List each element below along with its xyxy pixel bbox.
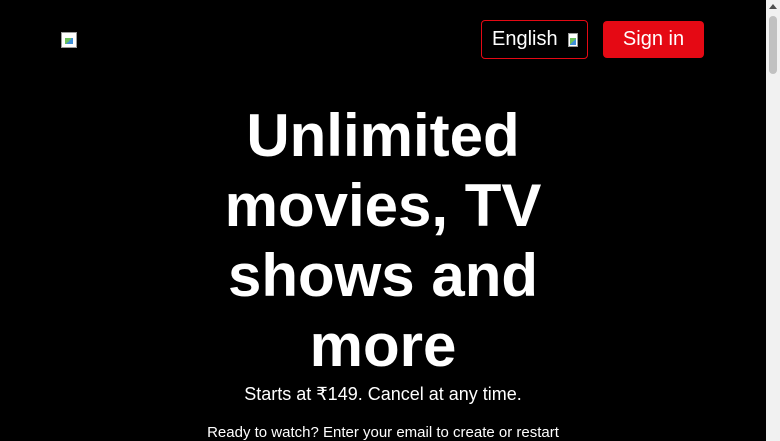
scrollbar-thumb[interactable] bbox=[769, 16, 777, 74]
broken-image-icon bbox=[61, 32, 77, 48]
language-select-label: English bbox=[492, 28, 558, 50]
landing-page: English Sign in Unlimited movies, TV sho… bbox=[0, 0, 766, 441]
vertical-scrollbar[interactable] bbox=[766, 0, 780, 441]
sign-in-button[interactable]: Sign in bbox=[603, 21, 704, 58]
logo[interactable] bbox=[61, 32, 77, 48]
broken-image-icon bbox=[567, 32, 578, 47]
language-select[interactable]: English bbox=[481, 20, 588, 59]
scroll-up-arrow-icon[interactable] bbox=[769, 4, 777, 9]
hero-title: Unlimited movies, TV shows and more bbox=[224, 102, 542, 379]
hero-subtitle: Starts at ₹149. Cancel at any time. bbox=[244, 384, 522, 404]
hero-cta-text: Ready to watch? Enter your email to crea… bbox=[207, 424, 559, 441]
